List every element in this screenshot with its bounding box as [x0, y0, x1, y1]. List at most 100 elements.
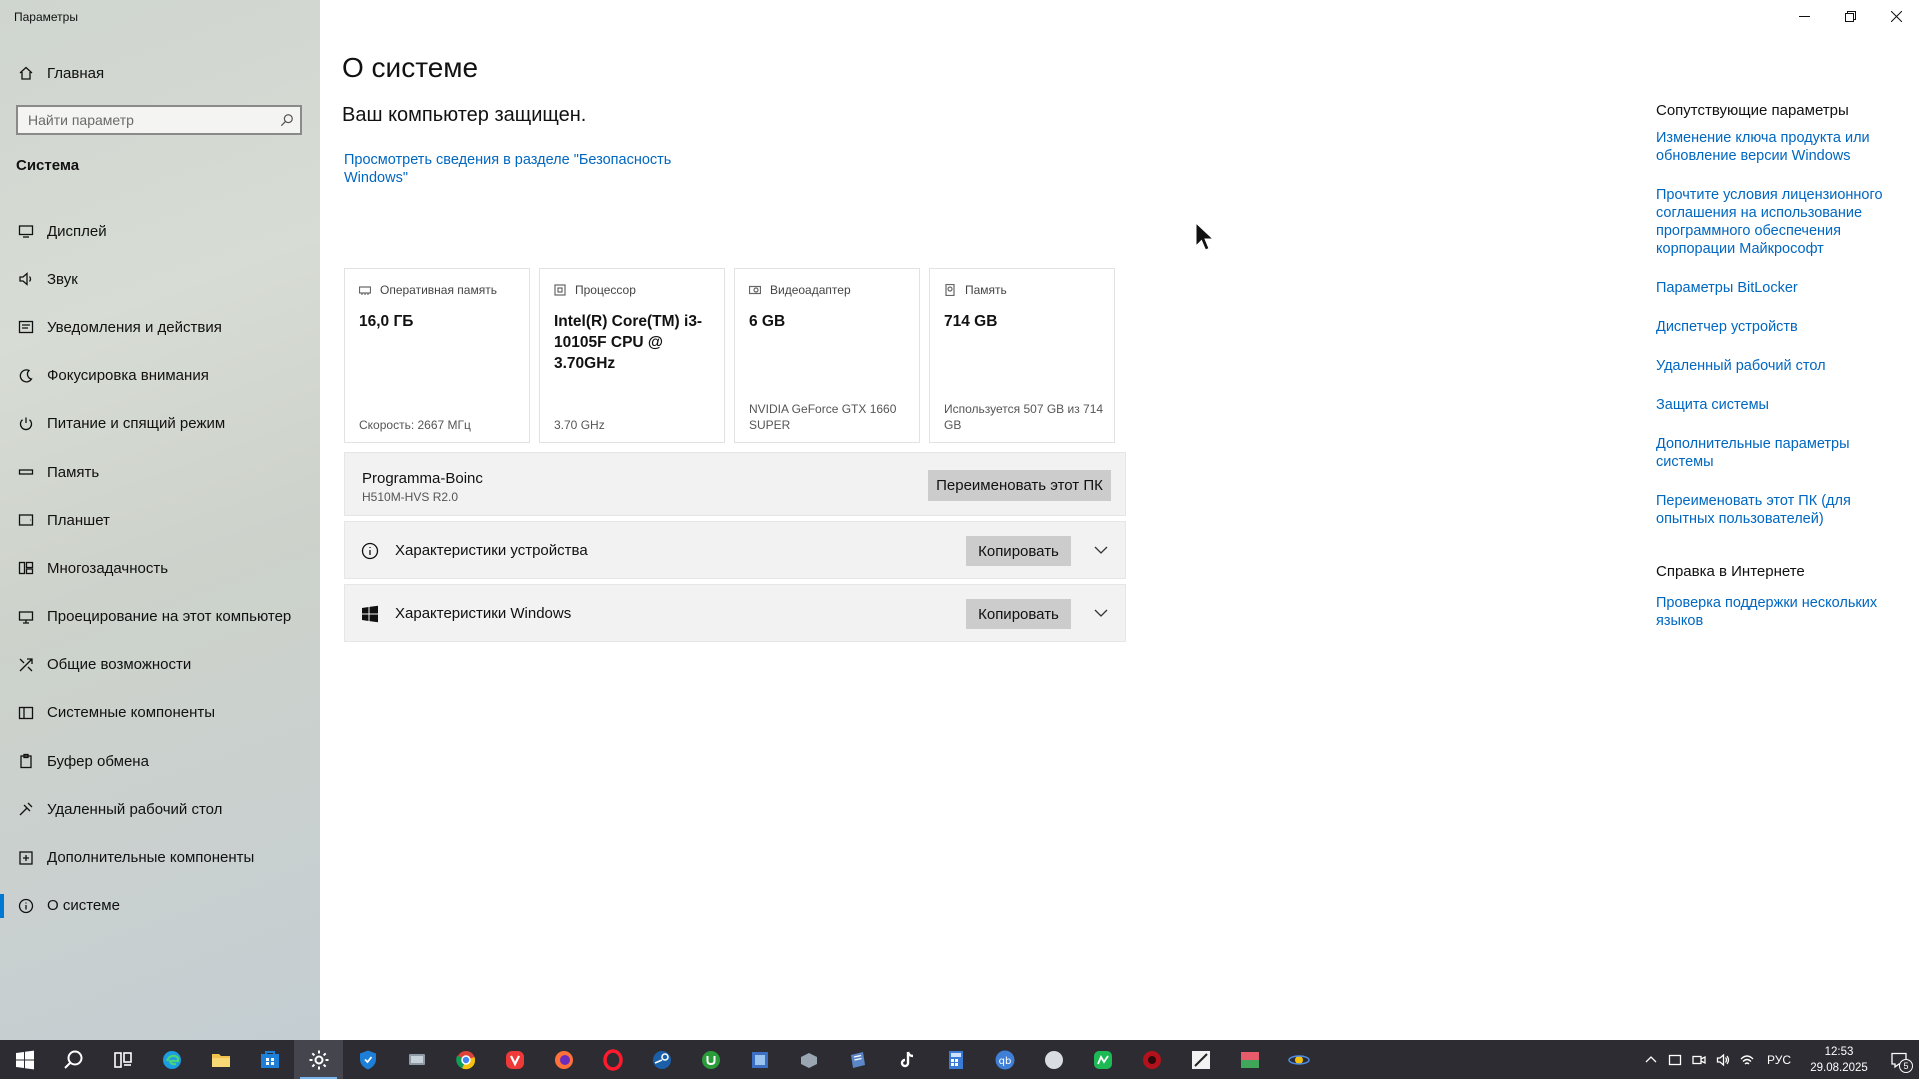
sidebar-item-display[interactable]: Дисплей	[0, 207, 320, 255]
network-icon[interactable]	[1735, 1040, 1759, 1079]
input-language[interactable]: РУС	[1767, 1053, 1791, 1067]
sidebar-item-tablet[interactable]: Планшет	[0, 496, 320, 544]
tiktok-icon[interactable]	[882, 1040, 931, 1079]
settings-icon[interactable]	[294, 1040, 343, 1079]
minimize-button[interactable]	[1781, 0, 1827, 32]
sidebar-item-label: Общие возможности	[47, 656, 192, 674]
meet-now-icon[interactable]	[1687, 1040, 1711, 1079]
sidebar-item-label: Звук	[47, 270, 78, 288]
defender-icon[interactable]	[343, 1040, 392, 1079]
card-value: Intel(R) Core(TM) i3-10105F CPU @ 3.70GH…	[554, 313, 703, 372]
opera-icon[interactable]	[588, 1040, 637, 1079]
ram-card: Оперативная память 16,0 ГБ Скорость: 266…	[344, 268, 530, 443]
card-label: Видеоадаптер	[770, 283, 851, 297]
projecting-icon	[16, 607, 36, 627]
search-input[interactable]	[18, 106, 274, 134]
sidebar-item-optional-features[interactable]: Дополнительные компоненты	[0, 833, 320, 881]
focus-assist-icon	[16, 366, 36, 386]
sidebar-item-remote-desktop[interactable]: Удаленный рабочий стол	[0, 785, 320, 833]
card-subtext: NVIDIA GeForce GTX 1660 SUPER	[749, 402, 897, 432]
clock[interactable]: 12:53 29.08.2025	[1799, 1044, 1879, 1076]
sidebar-item-storage[interactable]: Память	[0, 448, 320, 496]
sidebar-home[interactable]: Главная	[0, 58, 320, 88]
help-link-languages[interactable]: Проверка поддержки нескольких языков	[1656, 594, 1896, 630]
chevron-down-icon[interactable]	[1093, 605, 1111, 623]
chevron-up-icon[interactable]	[1639, 1040, 1663, 1079]
sidebar-nav: Дисплей Звук Уведомления и действия Фоку…	[0, 207, 320, 930]
related-link-advanced-settings[interactable]: Дополнительные параметры системы	[1656, 435, 1896, 471]
card-subtext: 3.70 GHz	[554, 418, 605, 432]
clipboard-icon	[16, 751, 36, 771]
search-icon[interactable]	[274, 107, 300, 133]
search-icon[interactable]	[49, 1040, 98, 1079]
sidebar-item-notifications[interactable]: Уведомления и действия	[0, 303, 320, 351]
app8-icon[interactable]	[1176, 1040, 1225, 1079]
chevron-down-icon[interactable]	[1093, 542, 1111, 560]
sidebar-item-focus-assist[interactable]: Фокусировка внимания	[0, 352, 320, 400]
home-icon	[16, 63, 36, 83]
sidebar-item-label: Дисплей	[47, 222, 107, 240]
windows-logo-icon	[360, 604, 380, 624]
device-specs-row[interactable]: Характеристики устройства Копировать	[344, 521, 1126, 579]
start-icon[interactable]	[0, 1040, 49, 1079]
app4-icon[interactable]	[833, 1040, 882, 1079]
rename-pc-button[interactable]: Переименовать этот ПК	[928, 470, 1111, 501]
related-link-rename-advanced[interactable]: Переименовать этот ПК (для опытных польз…	[1656, 492, 1896, 528]
sidebar-item-projecting[interactable]: Проецирование на этот компьютер	[0, 593, 320, 641]
copy-device-specs-button[interactable]: Копировать	[966, 536, 1071, 566]
system-components-icon	[16, 703, 36, 723]
app3-icon[interactable]	[784, 1040, 833, 1079]
sidebar-item-multitasking[interactable]: Многозадачность	[0, 544, 320, 592]
utorrent-icon[interactable]	[686, 1040, 735, 1079]
cpu-icon	[554, 284, 566, 296]
app-icon[interactable]	[392, 1040, 441, 1079]
app7-icon[interactable]	[1127, 1040, 1176, 1079]
shared-experiences-icon	[16, 655, 36, 675]
taskbar: qb РУС 12:53 29.08.2025 5	[0, 1040, 1919, 1079]
firefox-icon[interactable]	[539, 1040, 588, 1079]
sidebar-item-label: Фокусировка внимания	[47, 367, 209, 385]
chrome-icon[interactable]	[441, 1040, 490, 1079]
screen-snip-icon[interactable]	[1663, 1040, 1687, 1079]
volume-icon[interactable]	[1711, 1040, 1735, 1079]
sidebar-item-sound[interactable]: Звук	[0, 255, 320, 303]
qbittorrent-icon[interactable]: qb	[980, 1040, 1029, 1079]
windows-specs-row[interactable]: Характеристики Windows Копировать	[344, 584, 1126, 642]
task-view-icon[interactable]	[98, 1040, 147, 1079]
file-explorer-icon[interactable]	[196, 1040, 245, 1079]
app6-icon[interactable]	[1078, 1040, 1127, 1079]
related-link-bitlocker[interactable]: Параметры BitLocker	[1656, 279, 1896, 297]
related-link-device-manager[interactable]: Диспетчер устройств	[1656, 318, 1896, 336]
system-tray: РУС 12:53 29.08.2025 5	[1639, 1040, 1919, 1079]
info-icon	[16, 896, 36, 916]
boinc-icon[interactable]	[1274, 1040, 1323, 1079]
edge-icon[interactable]	[147, 1040, 196, 1079]
display-icon	[16, 221, 36, 241]
related-link-product-key[interactable]: Изменение ключа продукта или обновление …	[1656, 129, 1896, 165]
app9-icon[interactable]	[1225, 1040, 1274, 1079]
app5-icon[interactable]	[1029, 1040, 1078, 1079]
calculator-icon[interactable]	[931, 1040, 980, 1079]
card-header: Оперативная память	[359, 283, 497, 297]
store-icon[interactable]	[245, 1040, 294, 1079]
restore-button[interactable]	[1827, 0, 1873, 32]
gpu-card: Видеоадаптер 6 GB NVIDIA GeForce GTX 166…	[734, 268, 920, 443]
sidebar-item-about[interactable]: О системе	[0, 882, 320, 930]
sidebar-item-clipboard[interactable]: Буфер обмена	[0, 737, 320, 785]
windows-security-link[interactable]: Просмотреть сведения в разделе "Безопасн…	[344, 151, 684, 187]
info-icon	[360, 541, 380, 561]
related-link-license[interactable]: Прочтите условия лицензионного соглашени…	[1656, 186, 1896, 258]
action-center-icon[interactable]: 5	[1879, 1040, 1919, 1079]
pc-name-row: Programma-Boinc H510M-HVS R2.0 Переимено…	[344, 452, 1126, 516]
sidebar-item-system-components[interactable]: Системные компоненты	[0, 689, 320, 737]
copy-windows-specs-button[interactable]: Копировать	[966, 599, 1071, 629]
sidebar-item-shared-experiences[interactable]: Общие возможности	[0, 641, 320, 689]
steam-icon[interactable]	[637, 1040, 686, 1079]
vivaldi-icon[interactable]	[490, 1040, 539, 1079]
optional-features-icon	[16, 848, 36, 868]
app2-icon[interactable]	[735, 1040, 784, 1079]
related-link-system-protection[interactable]: Защита системы	[1656, 396, 1896, 414]
close-button[interactable]	[1873, 0, 1919, 32]
sidebar-item-power[interactable]: Питание и спящий режим	[0, 400, 320, 448]
related-link-remote-desktop[interactable]: Удаленный рабочий стол	[1656, 357, 1896, 375]
